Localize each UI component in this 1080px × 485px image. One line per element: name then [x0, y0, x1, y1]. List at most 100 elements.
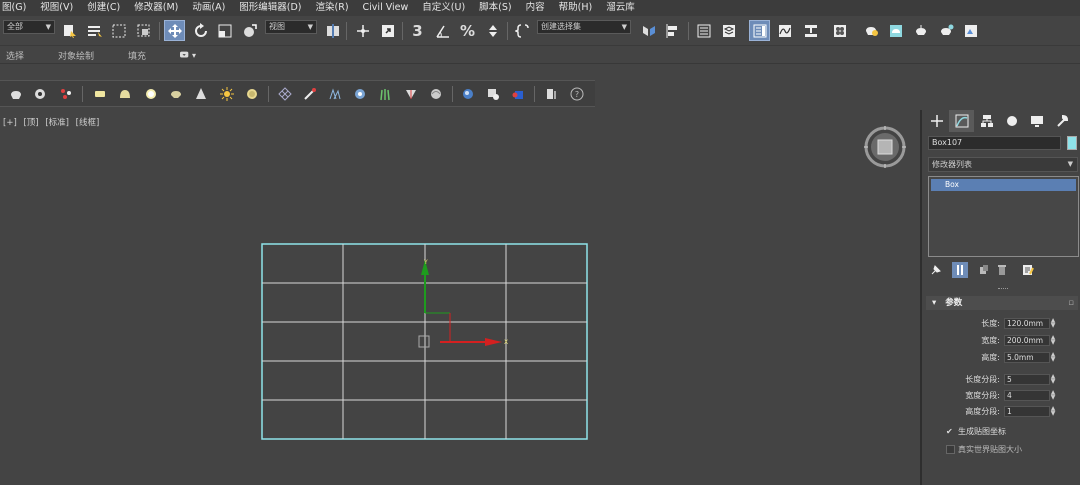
mesh-light-icon[interactable] [168, 86, 184, 102]
create-tab-icon[interactable] [924, 110, 949, 132]
menu-scripting[interactable]: 脚本(S) [472, 0, 518, 16]
keyboard-shortcut-icon[interactable] [377, 20, 398, 41]
height-field[interactable]: 5.0mm [1004, 352, 1050, 363]
hierarchy-tab-icon[interactable] [974, 110, 999, 132]
modifier-list-dropdown[interactable]: 修改器列表 ▼ [928, 157, 1078, 172]
menu-help[interactable]: 帮助(H) [552, 0, 600, 16]
layer-explorer-icon[interactable] [718, 20, 739, 41]
fur-icon[interactable] [327, 86, 343, 102]
parameters-rollout-header[interactable]: ▾ 参数 ▫ [926, 296, 1078, 310]
ribbon-options-icon[interactable]: ▾ [180, 50, 196, 60]
menu-views[interactable]: 视图(V) [33, 0, 80, 16]
command-panel-toggle-icon[interactable] [749, 20, 770, 41]
spinner-snap-icon[interactable] [482, 20, 503, 41]
vray-scene-converter-icon[interactable] [485, 86, 501, 102]
edit-named-selection-icon[interactable] [512, 20, 533, 41]
spot-light-icon[interactable] [193, 86, 209, 102]
render-production-icon[interactable] [910, 20, 931, 41]
selection-filter-dropdown[interactable]: 全部 ▼ [3, 20, 55, 34]
stack-item-box[interactable]: Box [931, 179, 1076, 191]
rotate-icon[interactable] [190, 20, 211, 41]
length-segs-spinner[interactable]: ▲ ▼ [1050, 374, 1056, 385]
render-setup-icon[interactable] [860, 20, 881, 41]
named-selection-dropdown[interactable]: 创建选择集 ▼ [537, 20, 631, 34]
menu-animation[interactable]: 动画(A) [185, 0, 232, 16]
rendered-frame-window-icon[interactable] [885, 20, 906, 41]
menu-create[interactable]: 创建(C) [80, 0, 127, 16]
proxy-icon[interactable] [302, 86, 318, 102]
menu-content[interactable]: 内容 [519, 0, 552, 16]
ribbon-tab-selection[interactable]: 选择 [6, 49, 24, 62]
vfb-icon[interactable] [460, 86, 476, 102]
material-editor-icon[interactable] [829, 20, 850, 41]
rollout-resize-handle[interactable] [998, 288, 1008, 292]
fur-grass-icon[interactable] [377, 86, 393, 102]
scale-icon[interactable] [214, 20, 235, 41]
height-segs-field[interactable]: 1 [1004, 406, 1050, 417]
modify-tab-icon[interactable] [949, 110, 974, 132]
sun-icon[interactable] [219, 86, 235, 102]
align-icon[interactable] [662, 20, 683, 41]
remove-modifier-icon[interactable] [994, 262, 1010, 278]
viewport-top[interactable]: [+] [顶] [标准] [线框] Y X [0, 110, 917, 485]
vray-info-icon[interactable] [543, 86, 559, 102]
camera-icon[interactable] [33, 86, 49, 102]
ref-coord-dropdown[interactable]: 视图 ▼ [265, 20, 317, 34]
menu-customize[interactable]: 自定义(U) [415, 0, 472, 16]
box-light-icon[interactable] [92, 86, 108, 102]
schematic-view-icon[interactable] [800, 20, 821, 41]
rollout-pin-icon[interactable]: ▫ [1068, 296, 1074, 310]
object-name-field[interactable]: Box107 [928, 136, 1061, 150]
percent-snap-icon[interactable]: % [457, 20, 478, 41]
motion-tab-icon[interactable] [999, 110, 1024, 132]
utilities-tab-icon[interactable] [1049, 110, 1074, 132]
gen-mapping-coords-checkbox[interactable]: ✔ 生成贴图坐标 [946, 426, 1080, 438]
place-icon[interactable] [239, 20, 260, 41]
display-tab-icon[interactable] [1024, 110, 1049, 132]
height-segs-spinner[interactable]: ▲ ▼ [1050, 406, 1056, 417]
help-icon[interactable]: ? [569, 86, 585, 102]
show-end-result-icon[interactable] [952, 262, 968, 278]
select-manipulate-icon[interactable] [352, 20, 373, 41]
angle-snap-icon[interactable] [432, 20, 453, 41]
teapot-icon[interactable] [8, 86, 24, 102]
length-spinner[interactable]: ▲ ▼ [1050, 318, 1056, 329]
dome-light-icon[interactable] [244, 86, 260, 102]
make-unique-icon[interactable] [976, 262, 992, 278]
real-world-map-size-checkbox[interactable]: 真实世界贴图大小 [946, 444, 1080, 456]
ribbon-tab-object-paint[interactable]: 对象绘制 [58, 49, 94, 62]
particles-icon[interactable] [58, 86, 74, 102]
menu-rendering[interactable]: 渲染(R) [309, 0, 356, 16]
dome-icon[interactable] [117, 86, 133, 102]
fur-modifier-icon[interactable] [403, 86, 419, 102]
move-gizmo[interactable]: Y X [418, 259, 508, 348]
menu-plugin-library[interactable]: 溜云库 [599, 0, 642, 16]
configure-modifier-sets-icon[interactable] [1020, 262, 1036, 278]
pivot-center-icon[interactable] [322, 20, 343, 41]
vray-material-icon[interactable] [428, 86, 444, 102]
mirror-icon[interactable] [638, 20, 659, 41]
height-spinner[interactable]: ▲ ▼ [1050, 352, 1056, 363]
menu-group[interactable]: 图(G) [0, 0, 33, 16]
object-color-swatch[interactable] [1067, 136, 1077, 150]
sphere-light-icon[interactable] [143, 86, 159, 102]
rect-selection-icon[interactable] [108, 20, 129, 41]
snaps-toggle-icon[interactable]: 3 [407, 20, 428, 41]
menu-graph-editors[interactable]: 图形编辑器(D) [232, 0, 308, 16]
select-object-icon[interactable] [59, 20, 80, 41]
a360-gallery-icon[interactable] [960, 20, 981, 41]
width-field[interactable]: 200.0mm [1004, 335, 1050, 346]
grid-object-icon[interactable] [277, 86, 293, 102]
viewcube-icon[interactable] [863, 125, 907, 169]
width-segs-spinner[interactable]: ▲ ▼ [1050, 390, 1056, 401]
menu-civil-view[interactable]: Civil View [356, 0, 416, 16]
scene-explorer-icon[interactable] [693, 20, 714, 41]
length-field[interactable]: 120.0mm [1004, 318, 1050, 329]
menu-modifiers[interactable]: 修改器(M) [127, 0, 185, 16]
pin-stack-icon[interactable] [928, 262, 944, 278]
width-spinner[interactable]: ▲ ▼ [1050, 335, 1056, 346]
vray-mesh-export-icon[interactable] [510, 86, 526, 102]
render-online-icon[interactable] [935, 20, 956, 41]
window-crossing-icon[interactable] [133, 20, 154, 41]
length-segs-field[interactable]: 5 [1004, 374, 1050, 385]
